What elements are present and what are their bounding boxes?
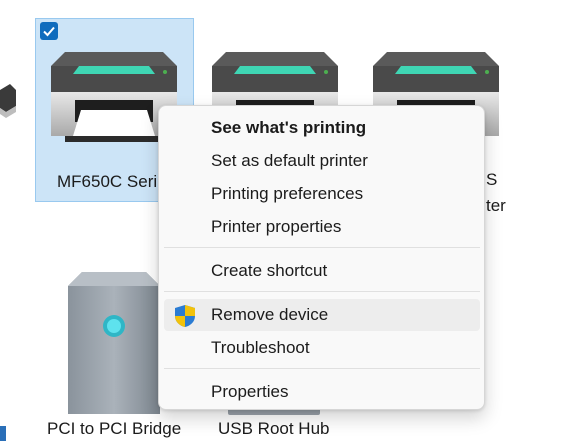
device-label: MF650C Seri [57, 172, 158, 191]
selection-checkbox[interactable] [40, 22, 58, 40]
checkmark-icon [43, 26, 55, 37]
menu-item-printer-properties[interactable]: Printer properties [164, 211, 480, 243]
menu-item-troubleshoot[interactable]: Troubleshoot [164, 332, 480, 364]
menu-item-create-shortcut[interactable]: Create shortcut [164, 255, 480, 287]
device-label: ter [486, 196, 506, 215]
menu-item-label: Set as default printer [211, 151, 368, 170]
context-menu: See what's printing Set as default print… [158, 105, 485, 410]
menu-separator [164, 291, 480, 292]
menu-separator [164, 368, 480, 369]
uac-shield-icon [175, 305, 195, 327]
menu-item-label: Create shortcut [211, 261, 328, 280]
menu-separator [164, 247, 480, 248]
device-label: USB Root Hub [218, 419, 330, 438]
device-label: S [486, 170, 498, 189]
menu-item-label: See what's printing [211, 118, 367, 137]
partial-device-icon-2 [0, 426, 6, 441]
menu-item-printing-preferences[interactable]: Printing preferences [164, 178, 480, 210]
menu-item-properties[interactable]: Properties [164, 376, 480, 408]
menu-item-label: Remove device [211, 305, 329, 324]
menu-item-see-whats-printing[interactable]: See what's printing [164, 112, 480, 144]
menu-item-set-default-printer[interactable]: Set as default printer [164, 145, 480, 177]
menu-item-label: Printer properties [211, 217, 342, 236]
menu-item-label: Properties [211, 382, 289, 401]
pci-bridge-icon[interactable] [68, 272, 160, 414]
device-label: PCI to PCI Bridge [47, 419, 182, 438]
menu-item-label: Troubleshoot [211, 338, 310, 357]
menu-item-label: Printing preferences [211, 184, 364, 203]
menu-item-remove-device[interactable]: Remove device [164, 299, 480, 331]
partial-device-icon[interactable] [0, 78, 16, 124]
